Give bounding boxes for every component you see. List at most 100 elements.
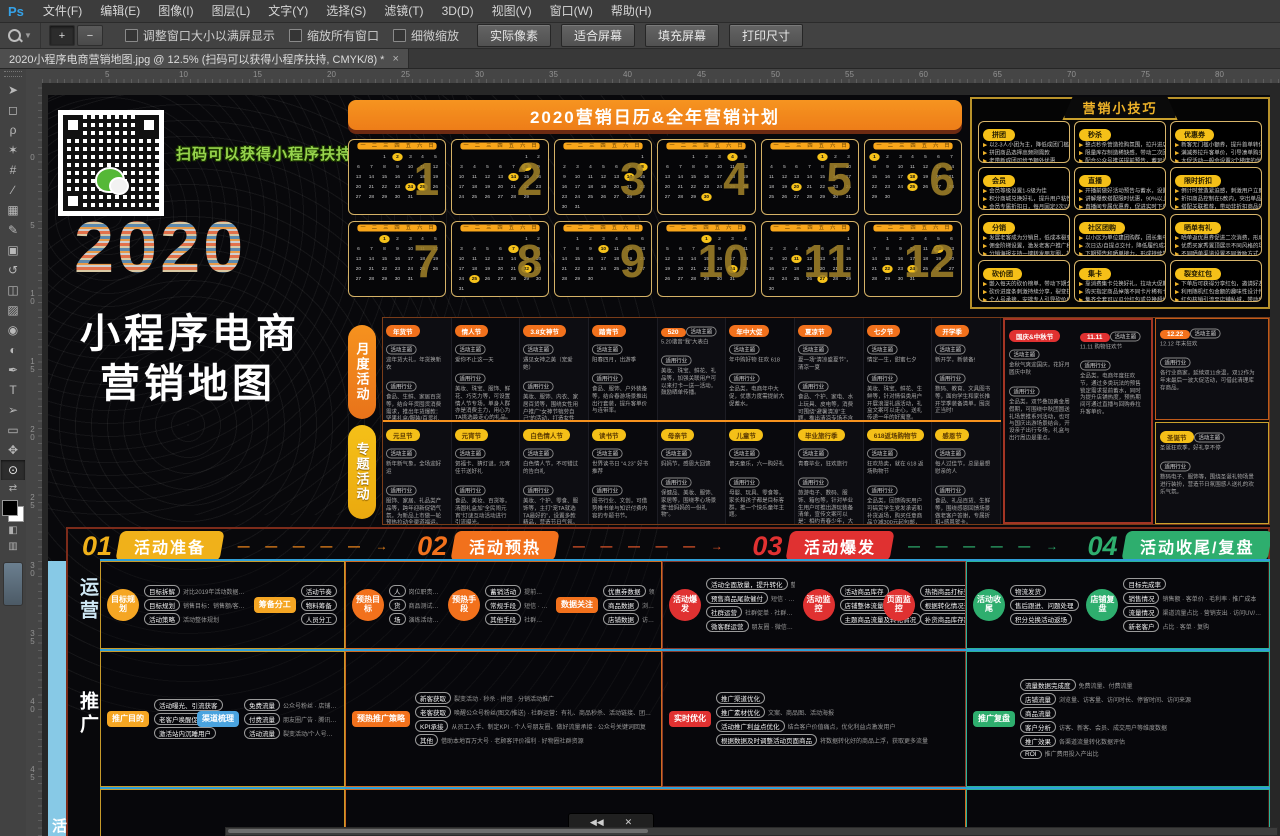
bullet-icon: ▶ — [1079, 244, 1083, 250]
bullet-icon: ▶ — [1079, 290, 1083, 296]
menu-item[interactable]: 滤镜(T) — [375, 0, 432, 22]
menu-item[interactable]: 3D(D) — [433, 0, 483, 22]
day-blank — [572, 153, 582, 161]
shape-tool[interactable]: ▭ — [1, 420, 25, 440]
day: 24 — [572, 193, 582, 201]
clone-stamp-tool[interactable]: ▣ — [1, 240, 25, 260]
calendar-weekdays: 一二三四五六日 — [564, 142, 643, 149]
mindmap-items: 销售额 · 客单价 · 毛利率 · 推广成本 — [1162, 594, 1256, 603]
mindmap-node: ROI — [1020, 750, 1042, 759]
day: 4 — [469, 163, 479, 171]
current-tool-badge[interactable]: ▼ — [0, 23, 41, 48]
screen-mode-icon[interactable]: ▥ — [2, 538, 24, 554]
option-checkbox[interactable]: 细微缩放 — [393, 27, 459, 44]
marquee-tool[interactable]: ◻ — [1, 100, 25, 120]
swap-colors-icon[interactable]: ⇄ — [2, 480, 24, 496]
gradient-tool[interactable]: ▨ — [1, 300, 25, 320]
move-tool[interactable]: ➤ — [1, 80, 25, 100]
lasso-tool[interactable]: ρ — [1, 120, 25, 140]
checkbox-icon[interactable] — [393, 29, 406, 42]
type-tool[interactable]: T — [1, 380, 25, 400]
menu-item[interactable]: 文件(F) — [34, 0, 91, 22]
weekday: 四 — [498, 224, 503, 231]
brush-tool[interactable]: ✎ — [1, 220, 25, 240]
options-button[interactable]: 打印尺寸 — [729, 24, 803, 47]
crop-tool[interactable]: # — [1, 160, 25, 180]
hand-tool[interactable]: ✥ — [1, 440, 25, 460]
menu-item[interactable]: 帮助(H) — [602, 0, 661, 22]
tip-tag: 裂变红包 — [1175, 268, 1221, 280]
menu-item[interactable]: 视图(V) — [483, 0, 541, 22]
menu-item[interactable]: 文字(Y) — [259, 0, 317, 22]
checkbox-icon[interactable] — [289, 29, 302, 42]
magic-wand-tool[interactable]: ✶ — [1, 140, 25, 160]
day: 11 — [792, 255, 802, 263]
eyedropper-tool[interactable]: ∕ — [1, 180, 25, 200]
horizontal-scrollbar[interactable] — [225, 827, 1278, 836]
menu-item[interactable]: 图层(L) — [203, 0, 260, 22]
menu-item[interactable]: 编辑(E) — [91, 0, 149, 22]
activity-card-title: 母亲节 — [661, 429, 695, 441]
scrollbar-thumb[interactable] — [228, 829, 648, 833]
dash: — — [936, 539, 948, 553]
calendar-weekdays: 一二三四五六日 — [357, 224, 436, 231]
quick-mask-icon[interactable]: ◧ — [2, 522, 24, 538]
mindmap-node: 人员分工 — [301, 613, 337, 625]
dodge-tool[interactable]: ◐ — [1, 340, 25, 360]
mindmap-root: 目标规划 — [107, 589, 139, 621]
row-label-2: 推广 — [74, 691, 101, 737]
eraser-tool[interactable]: ◫ — [1, 280, 25, 300]
foreground-color-swatch[interactable] — [2, 500, 18, 516]
options-button[interactable]: 实际像素 — [477, 24, 551, 47]
mindmap-node: 蓄销活动 — [485, 585, 521, 597]
weekday: 六 — [933, 224, 938, 231]
mindmap-group: 补货商品库存跟进 — [920, 613, 959, 625]
menu-item[interactable]: 图像(I) — [149, 0, 202, 22]
ruler-number: 25 — [28, 493, 37, 509]
zoom-in-button[interactable]: + — [49, 25, 75, 46]
bullet-icon: ▶ — [983, 244, 987, 250]
healing-brush-tool[interactable]: ▦ — [1, 200, 25, 220]
blur-tool[interactable]: ◉ — [1, 320, 25, 340]
day: 31 — [572, 203, 582, 211]
pen-tool[interactable]: ✒ — [1, 360, 25, 380]
zoom-out-button[interactable]: − — [77, 25, 103, 46]
option-checkbox[interactable]: 缩放所有窗口 — [289, 27, 379, 44]
day: 11 — [766, 173, 776, 181]
color-swatches[interactable] — [2, 500, 24, 522]
activity-card: 读书节活动主题世界读书日 “4.23” 好书推荐适用行业图书行业、文创，可借势推… — [589, 422, 658, 524]
menu-item[interactable]: 窗口(W) — [541, 0, 602, 22]
mindmap-cluster: 筹备分工活动节奏预热期 / 爆发期 / 返场期物料筹备页面 · 素材 · 文案人… — [254, 585, 338, 625]
tip-tag: 砍价团 — [983, 268, 1022, 280]
day: 17 — [598, 255, 608, 263]
palette-grip[interactable] — [4, 71, 22, 77]
mindmap-items: 短信 · 公众号推文 · 朋友圈预告 — [524, 601, 548, 610]
mindmap-node: 商品流量 — [1020, 707, 1056, 719]
mindmap-group: 微客群运营朋友圈 · 微信群社区 — [706, 620, 795, 632]
checkbox-icon[interactable] — [125, 29, 138, 42]
menu-item[interactable]: 选择(S) — [317, 0, 375, 22]
document-tab[interactable]: 2020小程序电商营销地图.jpg @ 12.5% (扫码可以获得小程序扶持, … — [0, 49, 409, 68]
weekday: 五 — [406, 224, 411, 231]
close-icon[interactable]: × — [392, 53, 398, 65]
history-brush-tool[interactable]: ↺ — [1, 260, 25, 280]
bottom-grid: 目标规划目标拆解对比2019年活动数据 · 店铺同比增长率 · 推广预算目标规划… — [100, 561, 1270, 836]
day-blank — [456, 153, 466, 161]
options-button[interactable]: 填充屏幕 — [645, 24, 719, 47]
mindmap-node: 活动全面放量，提升转化 — [706, 578, 788, 590]
path-select-tool[interactable]: ➢ — [1, 400, 25, 420]
theme-text: 12.12 年末狂欢 — [1160, 342, 1256, 349]
tip-card: 裂变红包▶下单后可获得分享红包，邀请好友一个个拆拆的拉新裂变闭环▶利用随机红包金… — [1170, 260, 1262, 302]
mindmap-group: 人员分工运营 · 视觉 · 文案 · 客服 · 推广 — [301, 613, 338, 625]
day-blank — [766, 153, 776, 161]
canvas[interactable]: 扫码可以获得小程序扶持 2020 小程序电商 营销地图 2020营销日历&全年营… — [42, 83, 1280, 836]
ruler-number: 20 — [327, 70, 336, 79]
tip-tag: 拼团 — [983, 129, 1015, 141]
weekday: 二 — [784, 142, 789, 149]
options-button[interactable]: 适合屏幕 — [561, 24, 635, 47]
day: 22 — [882, 265, 892, 273]
tip-line: ▶砍价进度条刺激持续分享，裂变拉新效果显著 — [983, 289, 1058, 296]
zoom-tool[interactable]: ⊙ — [1, 460, 25, 480]
option-checkbox[interactable]: 调整窗口大小以满屏显示 — [125, 27, 275, 44]
dock-stub[interactable] — [3, 562, 23, 606]
